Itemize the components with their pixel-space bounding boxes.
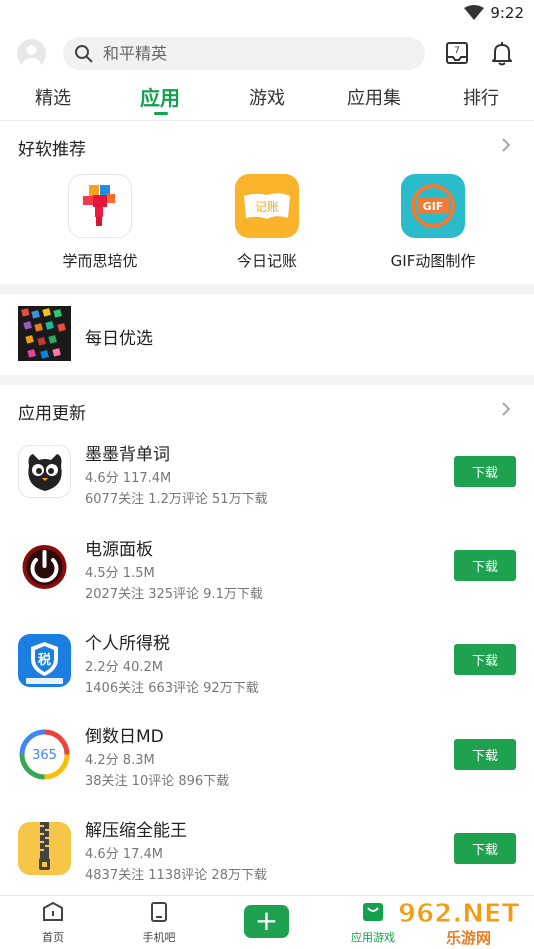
app-stats: 38关注 10评论 896下载 [85,774,230,789]
recommend-item-label: 学而思培优 [62,252,138,270]
home-icon [43,901,63,921]
power-app-icon [18,540,71,593]
jizhang-icon-text: 记账 [255,200,279,214]
divider [0,284,534,294]
watermark-text: 962.NET [398,899,520,929]
app-rating-size: 4.5分 1.5M [85,566,155,581]
search-box[interactable] [63,37,425,70]
chevron-right-icon[interactable] [500,401,512,421]
status-bar: 9:22 [0,0,534,28]
tab-ranking[interactable]: 排行 [463,84,499,110]
avatar[interactable] [17,39,46,68]
app-name: 墨墨背单词 [85,445,170,465]
plus-icon: + [254,904,279,937]
app-stats: 1406关注 663评论 92万下载 [85,681,259,696]
tab-collections[interactable]: 应用集 [347,84,401,110]
active-tab-indicator [154,112,168,115]
daily-pick-label: 每日优选 [85,329,153,349]
divider [0,375,534,385]
download-button[interactable]: 下载 [454,644,516,675]
app-row[interactable]: 电源面板 4.5分 1.5M 2027关注 325评论 9.1万下载 下载 [0,531,534,625]
app-stats: 2027关注 325评论 9.1万下载 [85,587,263,602]
countdown-app-icon: 365 [18,728,71,781]
search-input[interactable] [103,37,403,70]
user-icon [22,45,41,68]
watermark-logo: 962.NET 乐游网 [396,898,530,948]
gif-icon-text: GIF [423,200,444,213]
download-manager-icon[interactable]: 7 [442,38,472,68]
divider [0,120,534,121]
wifi-icon [464,5,484,25]
download-button[interactable]: 下载 [454,739,516,770]
app-name: 解压缩全能王 [85,821,187,841]
app-stats: 4837关注 1138评论 28万下载 [85,868,267,883]
tab-games[interactable]: 游戏 [249,84,285,110]
category-tabs: 精选 应用 游戏 应用集 排行 [0,78,534,120]
nav-label: 手机吧 [142,931,176,944]
app-rating-size: 4.6分 117.4M [85,471,172,486]
nav-label: 首页 [42,931,64,944]
app-stats: 6077关注 1.2万评论 51万下载 [85,492,268,507]
app-row[interactable]: 墨墨背单词 4.6分 117.4M 6077关注 1.2万评论 51万下载 下载 [0,436,534,530]
search-row: 7 [0,34,534,74]
download-button[interactable]: 下载 [454,550,516,581]
phone-icon [151,902,167,922]
gif-app-icon: GIF [401,174,465,238]
nav-phone-forum[interactable]: 手机吧 [124,902,194,945]
daily-pick-banner[interactable]: 每日优选 [18,306,518,362]
add-button[interactable]: + [244,905,289,938]
recommend-title: 好软推荐 [18,140,86,160]
app-name: 电源面板 [85,540,153,560]
download-button[interactable]: 下载 [454,833,516,864]
jizhang-app-icon: 记账 [235,174,299,238]
svg-text:7: 7 [454,46,460,56]
app-rating-size: 4.2分 8.3M [85,753,155,768]
recommend-item[interactable]: 学而思培优 [35,174,165,271]
app-name: 倒数日MD [85,727,164,747]
recommend-item-label: 今日记账 [236,252,297,270]
daily-pick-thumbnail [18,306,71,361]
app-row[interactable]: 税 个人所得税 2.2分 40.2M 1406关注 663评论 92万下载 下载 [0,625,534,719]
app-row[interactable]: 解压缩全能王 4.6分 17.4M 4837关注 1138评论 28万下载 下载 [0,814,534,908]
xueersi-app-icon [68,174,132,238]
download-button[interactable]: 下载 [454,456,516,487]
app-row[interactable]: 365 倒数日MD 4.2分 8.3M 38关注 10评论 896下载 下载 [0,720,534,814]
recommend-item[interactable]: GIF GIF动图制作 [368,174,498,271]
recommend-item[interactable]: 记账 今日记账 [202,174,332,271]
bag-icon [363,903,383,921]
tab-apps[interactable]: 应用 [140,82,180,111]
recommend-item-label: GIF动图制作 [390,252,476,270]
bell-icon[interactable] [487,38,517,68]
updates-title: 应用更新 [18,404,86,424]
chevron-right-icon[interactable] [500,137,512,157]
app-rating-size: 2.2分 40.2M [85,660,163,675]
zip-app-icon [18,822,71,875]
search-icon [74,44,94,68]
watermark-subtext: 乐游网 [446,929,491,946]
tax-icon-text: 税 [38,652,51,668]
countdown-icon-text: 365 [32,748,57,763]
owl-app-icon [18,445,71,498]
nav-home[interactable]: 首页 [18,901,88,945]
app-name: 个人所得税 [85,634,170,654]
status-time: 9:22 [490,4,524,22]
tab-featured[interactable]: 精选 [35,84,71,110]
tax-app-icon: 税 [18,634,71,687]
app-rating-size: 4.6分 17.4M [85,847,163,862]
